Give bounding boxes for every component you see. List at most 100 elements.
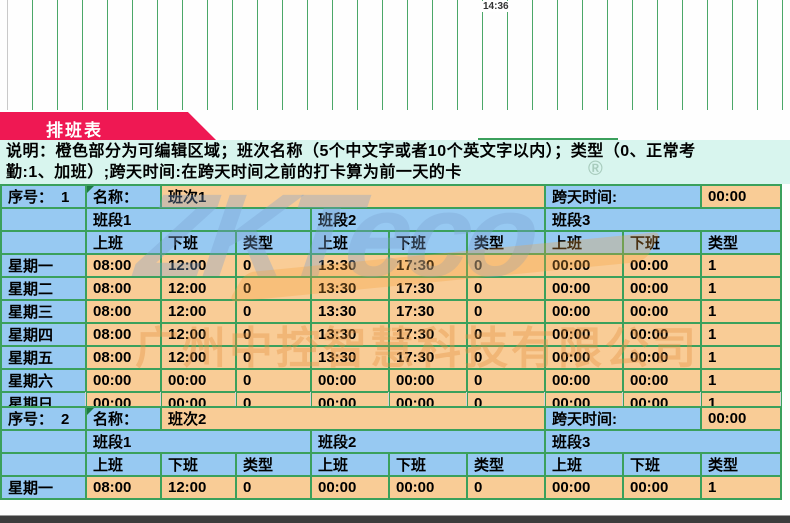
time-off-cell[interactable]: 17:30: [389, 277, 467, 300]
time-on-cell[interactable]: 00:00: [545, 369, 623, 392]
time-on-cell[interactable]: 13:30: [311, 323, 389, 346]
day-label-cell: 星期四: [1, 323, 86, 346]
type-cell[interactable]: 0: [467, 476, 545, 499]
col-header-on: 上班: [86, 231, 161, 254]
time-on-cell[interactable]: 08:00: [86, 346, 161, 369]
cross-day-time-cell[interactable]: 00:00: [701, 185, 781, 208]
schedule-screen: 14:36 排班表 说明：橙色部分为可编辑区域；班次名称（5个中文字或者10个英…: [0, 0, 790, 523]
cross-day-time-cell[interactable]: 00:00: [701, 407, 781, 430]
time-off-cell[interactable]: 17:30: [389, 254, 467, 277]
shift-name-cell[interactable]: 班次1: [161, 185, 545, 208]
time-off-cell[interactable]: 12:00: [161, 323, 236, 346]
gap-gridline: [622, 392, 623, 406]
time-off-cell[interactable]: 00:00: [389, 476, 467, 499]
type-cell[interactable]: 0: [236, 277, 311, 300]
time-off-cell[interactable]: 00:00: [623, 346, 701, 369]
time-on-cell[interactable]: 13:30: [311, 277, 389, 300]
time-off-cell[interactable]: 12:00: [161, 300, 236, 323]
gap-gridline: [160, 392, 161, 406]
day-label-cell: 星期五: [1, 346, 86, 369]
instructions-note: 说明：橙色部分为可编辑区域；班次名称（5个中文字或者10个英文字以内）；类型（0…: [0, 140, 790, 184]
type-cell[interactable]: 1: [701, 254, 781, 277]
corner-blank-cell: [1, 208, 86, 231]
type-cell[interactable]: 0: [467, 300, 545, 323]
time-off-cell[interactable]: 12:00: [161, 254, 236, 277]
time-off-cell[interactable]: 00:00: [623, 369, 701, 392]
time-on-cell[interactable]: 13:30: [311, 254, 389, 277]
segment-header-cell: 班段1: [86, 208, 311, 231]
type-cell[interactable]: 1: [701, 277, 781, 300]
time-off-cell[interactable]: 00:00: [623, 476, 701, 499]
gap-gridline: [466, 392, 467, 406]
type-cell[interactable]: 1: [701, 369, 781, 392]
cross-day-label-cell: 跨天时间:: [545, 185, 701, 208]
type-cell[interactable]: 1: [701, 346, 781, 369]
seq-cell: 序号：1: [1, 185, 86, 208]
time-off-cell[interactable]: 00:00: [161, 369, 236, 392]
time-on-cell[interactable]: 00:00: [545, 277, 623, 300]
time-on-cell[interactable]: 08:00: [86, 277, 161, 300]
cell-timestamp: 14:36: [482, 1, 510, 12]
spreadsheet-grid: [8, 0, 786, 110]
time-on-cell[interactable]: 00:00: [545, 476, 623, 499]
time-off-cell[interactable]: 00:00: [623, 300, 701, 323]
gap-gridline: [310, 392, 311, 406]
page-title-banner: 排班表: [0, 112, 216, 140]
type-cell[interactable]: 0: [236, 476, 311, 499]
type-cell[interactable]: 0: [467, 369, 545, 392]
time-on-cell[interactable]: 00:00: [311, 369, 389, 392]
day-row: 星期一08:0012:00013:3017:30000:0000:001: [1, 254, 781, 277]
day-row: 星期六00:0000:00000:0000:00000:0000:001: [1, 369, 781, 392]
type-cell[interactable]: 1: [701, 323, 781, 346]
time-off-cell[interactable]: 00:00: [389, 369, 467, 392]
time-off-cell[interactable]: 00:00: [623, 254, 701, 277]
type-cell[interactable]: 0: [236, 254, 311, 277]
gap-gridline: [235, 392, 236, 406]
day-row: 星期二08:0012:00013:3017:30000:0000:001: [1, 277, 781, 300]
type-cell[interactable]: 1: [701, 300, 781, 323]
time-off-cell[interactable]: 00:00: [623, 323, 701, 346]
time-off-cell[interactable]: 17:30: [389, 323, 467, 346]
time-on-cell[interactable]: 08:00: [86, 476, 161, 499]
time-on-cell[interactable]: 00:00: [545, 323, 623, 346]
gap-gridline: [85, 392, 86, 406]
name-label-cell: 名称：: [86, 185, 161, 208]
time-off-cell[interactable]: 12:00: [161, 346, 236, 369]
time-off-cell[interactable]: 12:00: [161, 476, 236, 499]
col-header-on: 上班: [311, 231, 389, 254]
type-cell[interactable]: 0: [236, 300, 311, 323]
time-on-cell[interactable]: 08:00: [86, 254, 161, 277]
time-off-cell[interactable]: 00:00: [623, 277, 701, 300]
bottom-window-bar: [0, 515, 790, 523]
day-label-cell: 星期一: [1, 254, 86, 277]
time-on-cell[interactable]: 13:30: [311, 346, 389, 369]
time-off-cell[interactable]: 12:00: [161, 277, 236, 300]
gap-gridline: [388, 392, 389, 406]
type-cell[interactable]: 0: [467, 346, 545, 369]
time-on-cell[interactable]: 00:00: [545, 300, 623, 323]
time-on-cell[interactable]: 00:00: [311, 476, 389, 499]
time-on-cell[interactable]: 00:00: [545, 254, 623, 277]
time-on-cell[interactable]: 13:30: [311, 300, 389, 323]
time-on-cell[interactable]: 08:00: [86, 323, 161, 346]
type-cell[interactable]: 1: [701, 476, 781, 499]
shift-name-cell[interactable]: 班次2: [161, 407, 545, 430]
gap-gridline: [780, 392, 781, 406]
corner-blank-cell: [1, 231, 86, 254]
type-cell[interactable]: 0: [467, 254, 545, 277]
time-off-cell[interactable]: 17:30: [389, 300, 467, 323]
time-on-cell[interactable]: 00:00: [545, 346, 623, 369]
instructions-line2: 勤:1、加班）;跨天时间:在跨天时间之前的打卡算为前一天的卡: [0, 162, 790, 183]
page-title: 排班表: [46, 116, 103, 141]
col-header-on: 上班: [545, 231, 623, 254]
time-on-cell[interactable]: 00:00: [86, 369, 161, 392]
type-cell[interactable]: 0: [467, 323, 545, 346]
day-row: 星期五08:0012:00013:3017:30000:0000:001: [1, 346, 781, 369]
type-cell[interactable]: 0: [236, 346, 311, 369]
type-cell[interactable]: 0: [467, 277, 545, 300]
type-cell[interactable]: 0: [236, 323, 311, 346]
type-cell[interactable]: 0: [236, 369, 311, 392]
time-on-cell[interactable]: 08:00: [86, 300, 161, 323]
time-off-cell[interactable]: 17:30: [389, 346, 467, 369]
col-header-type: 类型: [701, 231, 781, 254]
